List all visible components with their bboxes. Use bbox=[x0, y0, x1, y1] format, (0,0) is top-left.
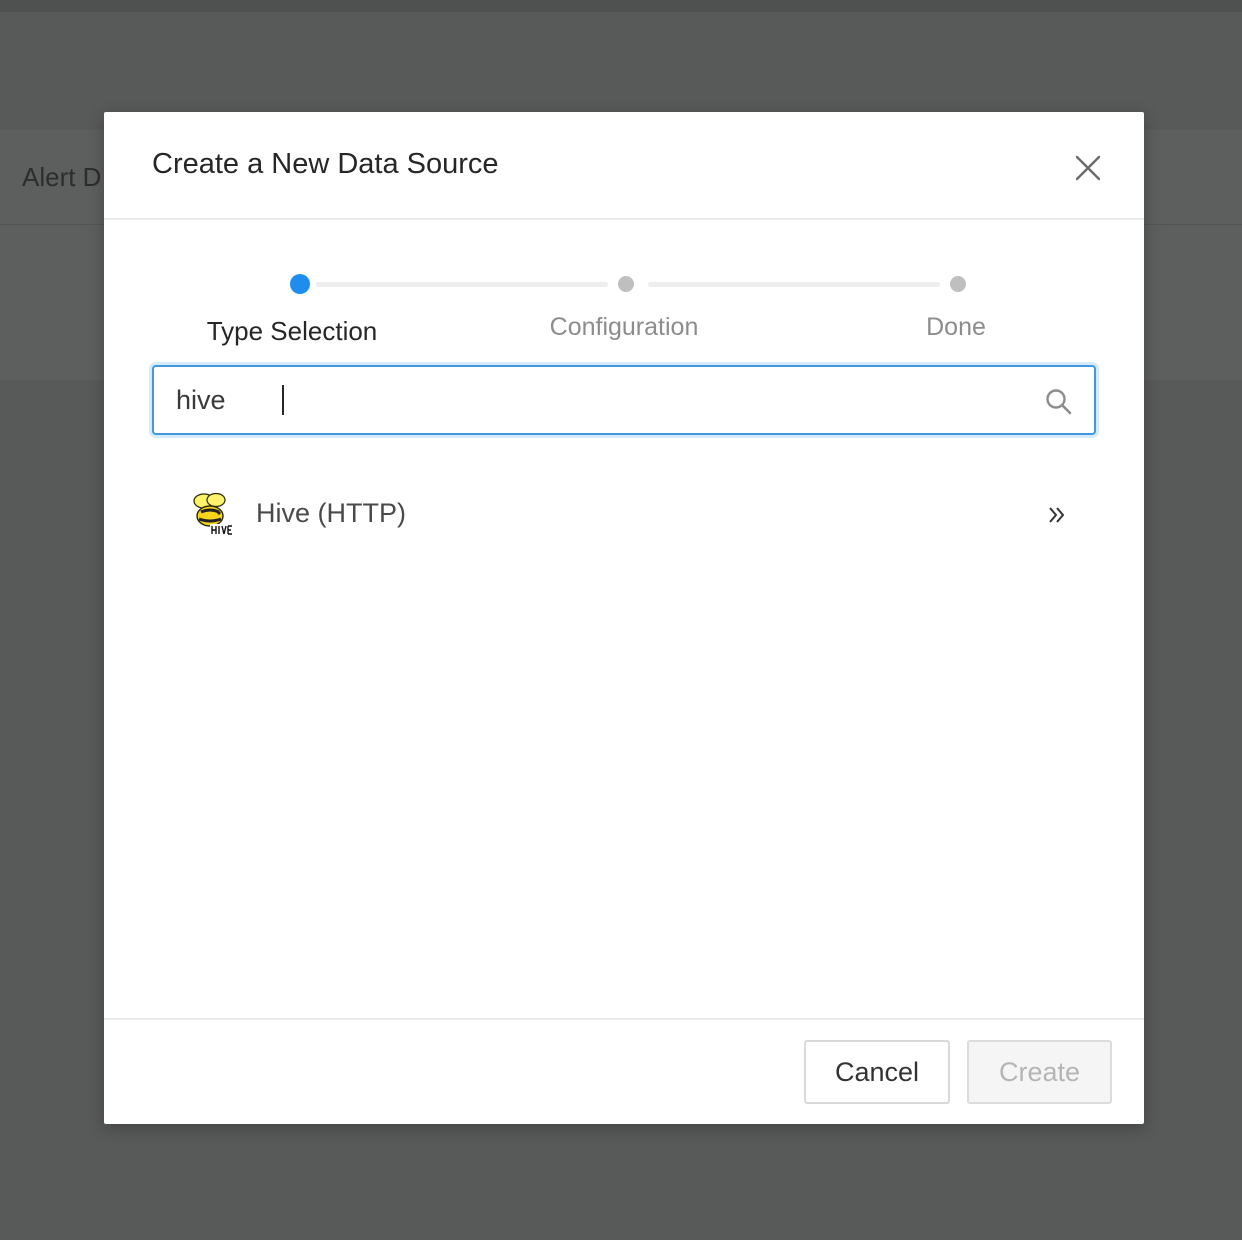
background-topbar bbox=[0, 0, 1242, 12]
data-source-option-label: Hive (HTTP) bbox=[256, 498, 406, 528]
text-caret bbox=[282, 385, 284, 415]
step-dot-configuration bbox=[618, 276, 634, 292]
step-dot-type-selection bbox=[290, 274, 310, 294]
close-icon bbox=[1075, 155, 1101, 181]
step-label-type-selection: Type Selection bbox=[206, 316, 378, 346]
cancel-button[interactable]: Cancel bbox=[804, 1040, 950, 1104]
wizard-steps: Type Selection Configuration Done bbox=[104, 220, 1144, 360]
step-connector-2 bbox=[648, 282, 940, 287]
step-connector-1 bbox=[316, 282, 608, 287]
step-dot-done bbox=[950, 276, 966, 292]
close-button[interactable] bbox=[1068, 148, 1108, 188]
data-source-option-hive-http[interactable]: Hive (HTTP) bbox=[176, 476, 1076, 552]
double-chevron-right-icon bbox=[1046, 504, 1068, 526]
data-source-search-input[interactable]: hive bbox=[152, 365, 1096, 435]
hive-logo-icon bbox=[190, 492, 236, 536]
create-button[interactable]: Create bbox=[967, 1040, 1112, 1104]
step-label-configuration: Configuration bbox=[549, 313, 699, 341]
search-input-value[interactable]: hive bbox=[176, 385, 226, 416]
create-data-source-dialog: Create a New Data Source Type Selection … bbox=[104, 112, 1144, 1124]
dialog-header: Create a New Data Source bbox=[104, 112, 1144, 220]
background-tab-label: Alert D bbox=[22, 162, 102, 192]
search-icon[interactable] bbox=[1044, 387, 1074, 417]
step-label-done: Done bbox=[926, 313, 986, 341]
dialog-footer: Cancel Create bbox=[104, 1018, 1144, 1124]
dialog-title: Create a New Data Source bbox=[152, 148, 499, 180]
